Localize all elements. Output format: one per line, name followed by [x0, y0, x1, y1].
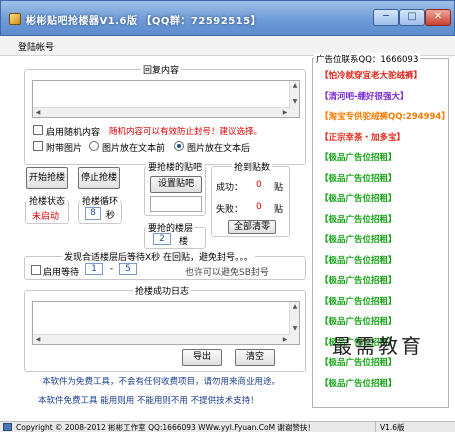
- log-hscroll[interactable]: ◀ ▶: [33, 334, 290, 344]
- ad-item[interactable]: 【淘宝专供驼绒裤QQ:294994】: [320, 110, 450, 122]
- cycle-group: 抢楼循环 8 秒: [78, 194, 122, 224]
- attach-image-checkbox[interactable]: [33, 141, 43, 151]
- log-vscroll[interactable]: ▲ ▼: [289, 302, 299, 344]
- ad-item[interactable]: 【正宗幸茶・加多宝】: [320, 131, 405, 143]
- ad-item[interactable]: 【怕冷就穿宜老大驼绒裤】: [320, 69, 422, 81]
- stop-button[interactable]: 停止抢楼: [78, 167, 120, 189]
- reply-group: 回复内容 ▲ ▼ ◀ ▶ 启用随机内容 随机内容可以有效防止封号！建议选择。 附…: [24, 63, 306, 165]
- ad-item[interactable]: 【极品广告位招租】: [320, 151, 397, 163]
- main-panel: 回复内容 ▲ ▼ ◀ ▶ 启用随机内容 随机内容可以有效防止封号！建议选择。 附…: [0, 53, 455, 421]
- ad-item[interactable]: 【极品广告位招租】: [320, 192, 397, 204]
- floor-unit: 楼: [179, 237, 189, 247]
- fail-unit: 贴: [274, 205, 284, 215]
- wait-hint: 也许可以避免SB封号: [185, 268, 269, 278]
- footer-line-2: 本软件免费工具 能用则用 不能用则不用 不提供技术支持！: [38, 396, 259, 406]
- stats-group-title: 抢到贴数: [232, 160, 273, 173]
- log-group-title: 抢楼成功日志: [133, 284, 192, 297]
- attach-image-label: 附带图片: [46, 144, 83, 154]
- status-group: 抢楼状态 未启动: [25, 194, 69, 224]
- reply-hscroll[interactable]: ◀ ▶: [33, 107, 290, 117]
- log-textarea[interactable]: ▲ ▼ ◀ ▶: [32, 301, 300, 345]
- floor-group: 要抢的楼层 2 楼: [144, 221, 206, 249]
- window-title: 彬彬贴吧抢楼器V1.6版 【QQ群：72592515】: [26, 16, 262, 27]
- scroll-right-icon[interactable]: ▶: [281, 109, 289, 117]
- enable-wait-label: 启用等待: [43, 268, 80, 278]
- title-bar[interactable]: 彬彬贴吧抢楼器V1.6版 【QQ群：72592515】 ─ □ ✕: [0, 0, 455, 36]
- scroll-down-icon[interactable]: ▼: [291, 98, 299, 106]
- close-button[interactable]: ✕: [425, 9, 451, 26]
- maximize-button[interactable]: □: [399, 9, 425, 26]
- random-content-warning: 随机内容可以有效防止封号！建议选择。: [109, 127, 263, 137]
- app-small-icon: [3, 423, 12, 431]
- success-value: 0: [256, 180, 262, 190]
- image-after-radio[interactable]: [174, 141, 184, 151]
- version-text: V1.6版: [375, 422, 405, 432]
- ad-item[interactable]: 【极品广告位招租】: [320, 233, 397, 245]
- cycle-group-title: 抢楼循环: [80, 194, 121, 207]
- export-log-button[interactable]: 导出: [182, 349, 222, 366]
- reply-group-title: 回复内容: [141, 63, 182, 76]
- image-before-label: 图片放在文本前: [102, 144, 166, 154]
- status-bar: Copyright © 2008-2012 彬彬工作室 QQ:1666093 W…: [0, 421, 455, 432]
- cycle-seconds-input[interactable]: 8: [85, 207, 101, 220]
- menu-item-login[interactable]: 登陆帐号: [18, 40, 54, 53]
- ad-item[interactable]: 【极品广告位招租】: [320, 213, 397, 225]
- minimize-button[interactable]: ─: [373, 9, 399, 26]
- cycle-unit: 秒: [106, 211, 116, 221]
- start-button[interactable]: 开始抢楼: [26, 167, 68, 189]
- fail-value: 0: [256, 202, 262, 212]
- clear-stats-button[interactable]: 全部清零: [228, 220, 276, 234]
- copyright-text: Copyright © 2008-2012 彬彬工作室 QQ:1666093 W…: [16, 423, 315, 432]
- scroll-up-icon[interactable]: ▲: [291, 82, 299, 90]
- ad-item[interactable]: 【极品广告位招租】: [320, 295, 397, 307]
- random-content-checkbox[interactable]: [33, 125, 43, 135]
- scroll-down-icon[interactable]: ▼: [291, 325, 299, 333]
- app-icon: [9, 13, 21, 25]
- bar-name-input[interactable]: [150, 196, 202, 212]
- set-bar-button[interactable]: 设置贴吧: [150, 176, 202, 193]
- success-unit: 贴: [274, 183, 284, 193]
- ad-item[interactable]: 【极品广告位招租】: [320, 315, 397, 327]
- enable-wait-checkbox[interactable]: [31, 265, 41, 275]
- target-bar-group: 要抢楼的贴吧 设置贴吧: [144, 160, 206, 216]
- reply-vscroll[interactable]: ▲ ▼: [289, 81, 299, 117]
- log-group: 抢楼成功日志 ▲ ▼ ◀ ▶ 导出 清空: [24, 284, 306, 372]
- scroll-up-icon[interactable]: ▲: [291, 303, 299, 311]
- ad-item[interactable]: 【清河吧-绷好很强大】: [320, 90, 409, 102]
- ad-item[interactable]: 【极品广告位招租】: [320, 274, 397, 286]
- status-value: 未启动: [32, 212, 60, 222]
- wait-range-separator: -: [110, 264, 114, 274]
- wait-group-title: 发现合适楼层后等待X秒 在回贴，避免封号。。。: [62, 250, 256, 263]
- scroll-left-icon[interactable]: ◀: [34, 336, 42, 344]
- scroll-left-icon[interactable]: ◀: [34, 109, 42, 117]
- image-before-radio[interactable]: [89, 141, 99, 151]
- reply-textarea[interactable]: ▲ ▼ ◀ ▶: [32, 80, 300, 118]
- footer-line-1: 本软件为免费工具，不会有任何收费项目，请勿用来商业用途。: [42, 377, 281, 387]
- ad-panel-title: 广告位联系QQ：1666093: [314, 53, 421, 65]
- ad-item[interactable]: 【极品广告位招租】: [320, 254, 397, 266]
- ad-item[interactable]: 【极品广告位招租】: [320, 377, 397, 389]
- random-content-label: 启用随机内容: [46, 128, 101, 138]
- clear-log-button[interactable]: 清空: [235, 349, 275, 366]
- success-label: 成功：: [216, 183, 244, 193]
- ad-item[interactable]: 【极品广告位招租】: [320, 172, 397, 184]
- wait-to-input[interactable]: 5: [119, 263, 137, 275]
- scroll-right-icon[interactable]: ▶: [281, 336, 289, 344]
- target-bar-group-title: 要抢楼的贴吧: [146, 160, 205, 173]
- status-group-title: 抢楼状态: [27, 194, 68, 207]
- wait-from-input[interactable]: 1: [85, 263, 103, 275]
- watermark-text: 最需教育: [332, 334, 424, 358]
- floor-input[interactable]: 2: [153, 233, 171, 245]
- stats-group: 抢到贴数 成功： 0 贴 失败： 0 贴 全部清零: [211, 160, 290, 237]
- wait-group: 发现合适楼层后等待X秒 在回贴，避免封号。。。 启用等待 1 - 5 也许可以避…: [24, 250, 306, 280]
- image-after-label: 图片放在文本后: [187, 144, 251, 154]
- fail-label: 失败：: [216, 205, 244, 215]
